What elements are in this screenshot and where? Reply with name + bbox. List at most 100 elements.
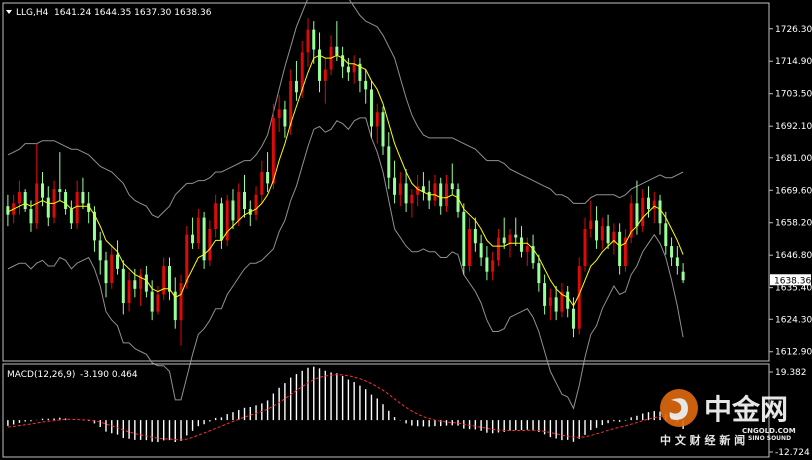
candle-body [496,237,500,261]
candle-body [254,194,258,215]
candle-body [491,260,495,272]
candle [225,194,229,247]
candle-body [398,183,402,195]
macd-values-label: -3.190 0.464 [80,370,138,380]
chart-background [0,0,812,460]
candle-body [69,209,73,224]
current-price-marker: 1638.36 [770,274,811,286]
cngold-watermark: 中金网 中 文 财 经 新 闻 CNGOLD.COM SINO SOUND [660,389,796,447]
candle-body [41,183,45,198]
candle-body [237,191,241,221]
candle-body [352,63,356,73]
candle-body [191,234,195,244]
candle-body [670,246,674,258]
candle-body [462,211,466,267]
candle-body [318,49,322,81]
candle-body [468,228,472,267]
price-tick-label: 1658.20 [775,219,812,229]
candle-body [133,280,137,289]
candle-body [219,203,223,241]
candle-body [675,257,679,267]
candle-body [410,194,414,204]
candle-body [116,254,120,269]
candle [202,211,206,269]
price-tick-label: 1703.50 [775,90,812,100]
chart-header: LLG,H4 1641.24 1644.35 1637.30 1638.36 [6,8,212,18]
candle-body [520,237,524,252]
candle-body [150,291,154,312]
cngold-url: CNGOLD.COM [742,427,796,435]
candle-body [450,183,454,190]
candle-body [479,243,483,258]
candle-body [98,240,102,261]
candle-body [156,294,160,312]
candle-body [548,297,552,306]
candle-body [595,220,599,241]
cngold-sub: 中 文 财 经 新 闻 [660,433,745,447]
price-tick-label: 1726.30 [775,25,812,35]
candle-body [312,29,316,50]
price-tick-label: 1624.30 [775,315,812,325]
symbol-label: LLG,H4 [16,8,49,18]
candle-body [641,197,645,227]
candle-body [306,29,310,53]
candle-body [23,191,27,210]
candle [23,189,27,212]
candle-body [444,183,448,207]
candle-body [606,226,610,244]
candle-body [214,203,218,229]
candle-body [144,274,148,292]
candle-body [664,223,668,247]
candle-body [17,191,21,204]
candle-body [658,200,662,224]
candle-body [537,263,541,284]
candle-body [208,228,212,261]
candle-body [271,117,275,184]
candle-body [196,217,200,244]
candle-body [283,109,287,127]
candle-body [369,89,373,127]
candle-body [618,231,622,267]
chart-window: 1726.30 1714.90 1703.50 1692.10 1681.00 1669.… [0,0,812,460]
candle-body [514,234,518,238]
candle-body [387,146,391,178]
candle-body [6,206,10,215]
candle-body [110,254,114,284]
candle-body [393,177,397,195]
candle-body [162,266,166,295]
candle-body [525,246,529,252]
price-tick-label: 1714.90 [775,57,812,67]
ohlc-label: 1641.24 1644.35 1637.30 1638.36 [54,8,212,18]
price-tick-label: 1646.80 [775,251,812,261]
candle-body [375,112,379,127]
candle-body [635,203,639,227]
candle-body [566,291,570,309]
macd-name-label: MACD(12,26,9) [7,370,75,380]
candle-body [404,183,408,204]
candle-body [127,280,131,304]
candle-body [335,46,339,56]
candle-body [260,172,264,195]
candle-body [583,228,587,267]
candle-body [473,228,477,244]
candle-body [543,283,547,306]
candle-body [58,189,62,192]
price-tick-label: 1681.00 [775,154,812,164]
candle-body [185,234,189,284]
macd-tick-label: 19.382 [775,368,807,378]
candle-body [364,80,368,90]
candle-body [571,308,575,329]
candle-body [502,237,506,244]
candle-body [81,191,85,204]
candle-body [266,172,270,184]
candle-body [646,197,650,210]
candle-body [29,209,33,224]
candle-body [346,66,350,73]
candle-body [167,266,171,292]
cngold-name: 中金网 [704,393,788,426]
cngold-sound: SINO SOUND [748,435,791,442]
candle-body [681,271,685,281]
candle-body [121,268,125,304]
price-tick-label: 1669.60 [775,186,812,196]
candle-body [381,112,385,147]
